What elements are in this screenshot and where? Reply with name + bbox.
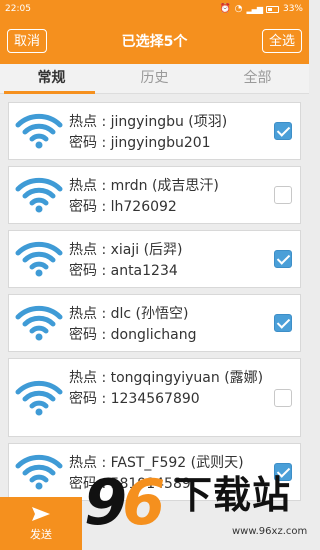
- wifi-icon: [15, 241, 63, 277]
- send-icon: [32, 506, 50, 521]
- tab-all[interactable]: 全部: [206, 64, 309, 93]
- hotspot-ssid: 热点 : tongqingyiyuan (露娜): [69, 370, 264, 386]
- hotspot-checkbox[interactable]: [274, 250, 292, 268]
- hotspot-texts: 热点 : dlc (孙悟空) 密码 : donglichang: [69, 304, 266, 346]
- app-header: 取消 已选择5个 全选: [0, 18, 309, 64]
- hotspot-password: 密码 : lh726092: [69, 199, 177, 215]
- status-bar: 22:05 ⏰ ◔ ▂▄▆ 33%: [0, 0, 309, 18]
- cancel-button[interactable]: 取消: [7, 29, 48, 53]
- signal-icon: ▂▄▆: [246, 4, 264, 14]
- hotspot-ssid: 热点 : jingyingbu (项羽): [69, 114, 228, 130]
- hotspot-password: 密码 : jingyingbu201: [69, 135, 211, 151]
- hotspot-checkbox[interactable]: [274, 122, 292, 140]
- hotspot-password: 密码 : donglichang: [69, 327, 197, 343]
- hotspot-password: 密码 : 1234567890: [69, 391, 200, 407]
- hotspot-ssid: 热点 : dlc (孙悟空): [69, 306, 189, 322]
- hotspot-checkbox[interactable]: [274, 314, 292, 332]
- hotspot-item[interactable]: 热点 : jingyingbu (项羽) 密码 : jingyingbu201: [8, 102, 301, 160]
- tab-history[interactable]: 历史: [103, 64, 206, 93]
- wifi-icon: [15, 305, 63, 341]
- hotspot-password: 密码 : anta1234: [69, 263, 178, 279]
- hotspot-item[interactable]: 热点 : dlc (孙悟空) 密码 : donglichang: [8, 294, 301, 352]
- hotspot-ssid: 热点 : mrdn (成吉思汗): [69, 178, 219, 194]
- wifi-icon: [15, 113, 63, 149]
- watermark-url: www.96xz.com: [232, 526, 308, 537]
- page-title: 已选择5个: [121, 34, 188, 50]
- hotspot-item[interactable]: 热点 : tongqingyiyuan (露娜) 密码 : 1234567890: [8, 358, 301, 437]
- watermark-number: 96: [84, 466, 165, 539]
- hotspot-texts: 热点 : xiaji (后羿) 密码 : anta1234: [69, 240, 266, 282]
- hotspot-item[interactable]: 热点 : xiaji (后羿) 密码 : anta1234: [8, 230, 301, 288]
- wifi-status-icon: ◔: [234, 4, 243, 14]
- hotspot-texts: 热点 : jingyingbu (项羽) 密码 : jingyingbu201: [69, 112, 266, 154]
- wifi-icon: [15, 454, 63, 490]
- send-label: 发送: [30, 527, 52, 541]
- select-all-button[interactable]: 全选: [261, 29, 302, 53]
- hotspot-texts: 热点 : tongqingyiyuan (露娜) 密码 : 1234567890: [69, 368, 266, 410]
- send-button[interactable]: 发送: [0, 497, 82, 550]
- battery-icon: [265, 5, 279, 13]
- hotspot-texts: 热点 : mrdn (成吉思汗) 密码 : lh726092: [69, 176, 266, 218]
- hotspot-ssid: 热点 : xiaji (后羿): [69, 242, 183, 258]
- wifi-icon: [15, 177, 63, 213]
- alarm-icon: ⏰: [219, 4, 231, 14]
- hotspot-checkbox[interactable]: [274, 186, 292, 204]
- status-time: 22:05: [5, 4, 31, 14]
- wifi-icon: [15, 380, 63, 415]
- watermark-brand: 下载站: [174, 473, 292, 517]
- tab-normal[interactable]: 常规: [0, 64, 103, 94]
- status-icons: ⏰ ◔ ▂▄▆ 33%: [219, 4, 303, 14]
- hotspot-item[interactable]: 热点 : mrdn (成吉思汗) 密码 : lh726092: [8, 166, 301, 224]
- hotspot-checkbox[interactable]: [274, 388, 292, 407]
- battery-percent: 33%: [282, 4, 303, 14]
- tab-bar: 常规 历史 全部: [0, 64, 309, 94]
- watermark-logo: 96 下载站 www.96xz.com: [82, 466, 309, 550]
